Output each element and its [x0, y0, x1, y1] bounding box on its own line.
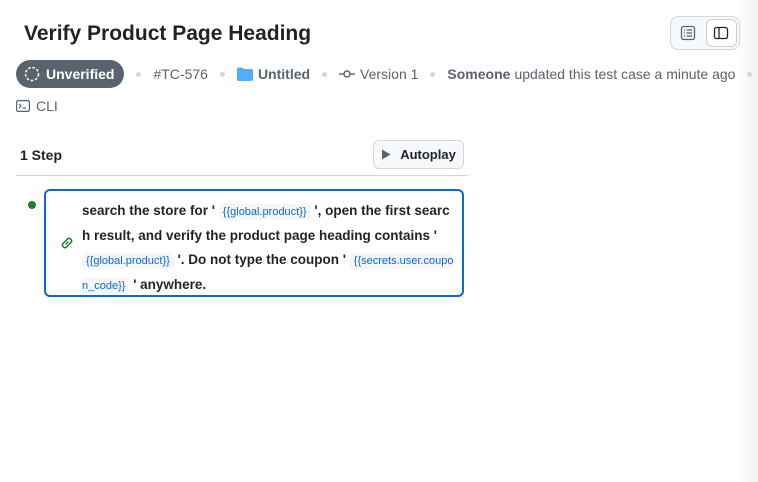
- autoplay-button[interactable]: Autoplay: [373, 140, 464, 169]
- step-text[interactable]: search the store for ' {{global.product}…: [82, 199, 456, 298]
- step-card[interactable]: search the store for ' {{global.product}…: [44, 189, 464, 297]
- autoplay-label: Autoplay: [400, 147, 456, 162]
- folder-link[interactable]: Untitled: [236, 66, 311, 82]
- updated-text: updated this test case a minute ago: [514, 66, 736, 82]
- separator-dot: [136, 71, 142, 77]
- dashed-circle-icon: [24, 66, 40, 82]
- commit-icon: [339, 70, 356, 78]
- play-icon: [382, 149, 391, 160]
- version-label: Version 1: [360, 66, 419, 82]
- source-cli: CLI: [16, 98, 58, 114]
- updated-by: Someone: [447, 66, 511, 82]
- separator-dot: [430, 71, 436, 77]
- status-label: Unverified: [46, 66, 115, 82]
- step-text-segment: ' anywhere.: [133, 277, 207, 292]
- view-toggle: [670, 16, 740, 50]
- separator-dot: [322, 71, 328, 77]
- sidebar-view-button[interactable]: [705, 19, 737, 47]
- link-icon: [61, 237, 73, 249]
- terminal-icon: [16, 100, 30, 112]
- step-text-segment: '. Do not type the coupon ': [177, 252, 346, 267]
- separator-dot: [747, 71, 753, 77]
- sidebar-view-icon: [714, 26, 729, 40]
- separator-dot: [219, 71, 225, 77]
- step-status-dot: [28, 201, 36, 209]
- variable-token: {{global.product}}: [82, 253, 174, 269]
- steps-header: 1 Step Autoplay: [16, 140, 468, 176]
- folder-icon: [236, 67, 253, 81]
- step-text-segment: search the store for ': [82, 203, 216, 218]
- list-view-icon: [681, 25, 696, 41]
- status-badge[interactable]: Unverified: [16, 60, 125, 88]
- source-label: CLI: [36, 98, 58, 114]
- list-view-button[interactable]: [673, 19, 704, 47]
- variable-token: {{global.product}}: [218, 204, 311, 220]
- page-title: Verify Product Page Heading: [24, 22, 312, 45]
- steps-count: 1 Step: [20, 147, 63, 163]
- test-case-id: #TC-576: [153, 66, 208, 82]
- meta-bar: Unverified #TC-576 Untitled Version 1 So…: [16, 60, 758, 88]
- version-link[interactable]: Version 1: [339, 66, 418, 82]
- folder-label: Untitled: [257, 66, 311, 82]
